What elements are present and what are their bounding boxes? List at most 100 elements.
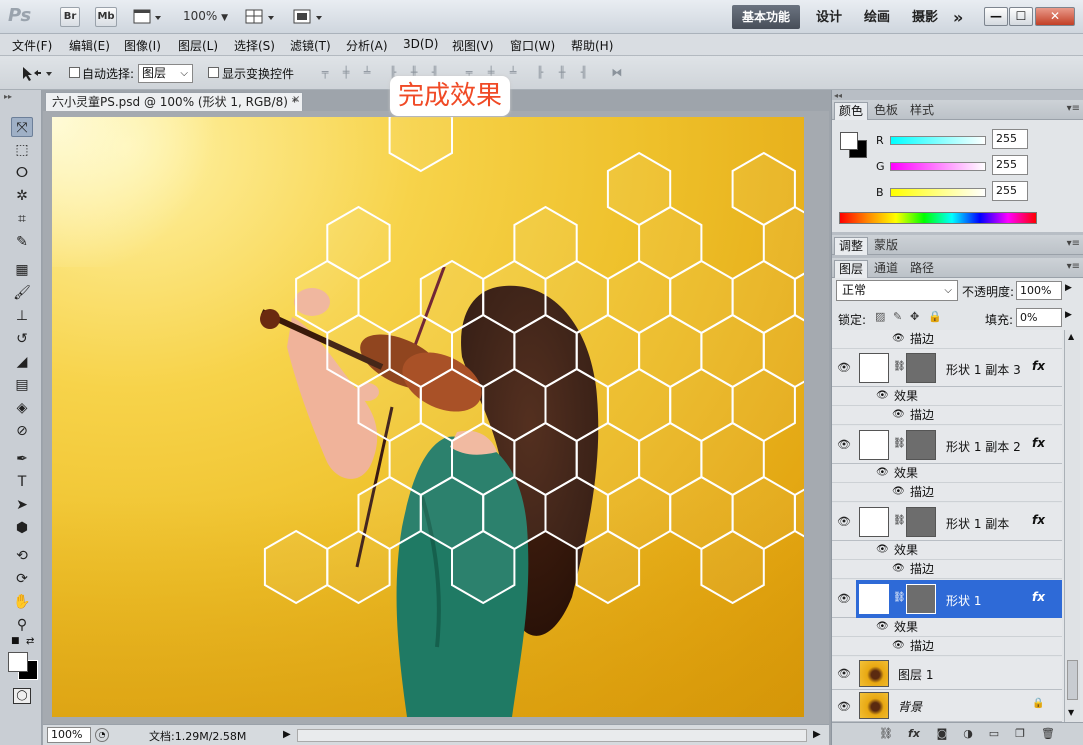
effects-row[interactable]: 👁 效果 [832, 387, 1062, 406]
foreground-color-swatch[interactable] [8, 652, 28, 672]
minimize-button[interactable]: — [984, 7, 1008, 26]
layer-row[interactable]: 👁 图层 1 [832, 657, 1062, 690]
hand-tool[interactable]: ✋ [11, 592, 33, 612]
eraser-tool[interactable]: ◢ [11, 352, 33, 372]
zoom-tool[interactable]: ⚲ [11, 615, 33, 635]
more-workspaces-button[interactable]: » [953, 8, 963, 27]
layer-row-background[interactable]: 👁 背景 🔒 [832, 690, 1062, 722]
layer-row[interactable]: 👁 ⛓ 形状 1 副本 2 fx [832, 426, 1062, 464]
eye-icon[interactable]: 👁 [876, 541, 889, 559]
link-layers-icon[interactable]: ⛓ [878, 726, 894, 742]
dodge-tool[interactable]: ⊘ [11, 421, 33, 441]
history-brush-tool[interactable]: ↺ [11, 329, 33, 349]
fx-icon[interactable]: fx [1032, 436, 1045, 450]
menu-layer[interactable]: 图层(L) [178, 37, 218, 54]
auto-select-target-dropdown[interactable]: 图层 ⌵ [138, 64, 193, 83]
close-button[interactable]: ✕ [1035, 7, 1075, 26]
scroll-up-icon[interactable]: ▲ [1068, 332, 1074, 341]
menu-filter[interactable]: 滤镜(T) [290, 37, 331, 54]
lock-all-icon[interactable]: 🔒 [928, 310, 942, 323]
eye-icon[interactable]: 👁 [837, 361, 851, 374]
layer-row[interactable]: 👁 ⛓ 形状 1 副本 fx [832, 503, 1062, 541]
fill-field[interactable]: 0% [1016, 308, 1062, 327]
blue-slider[interactable] [890, 188, 986, 197]
collapse-arrows-icon[interactable]: ◂◂ [834, 91, 842, 100]
distribute-hcenter-icon[interactable]: ╫ [555, 66, 569, 80]
eyedropper-tool[interactable]: ✎ [11, 232, 33, 252]
horizontal-scrollbar[interactable] [297, 729, 807, 742]
menu-select[interactable]: 选择(S) [234, 37, 275, 54]
eye-icon[interactable]: 👁 [892, 560, 905, 578]
tab-masks[interactable]: 蒙版 [870, 237, 902, 255]
new-layer-icon[interactable]: ❐ [1012, 726, 1028, 742]
blend-mode-dropdown[interactable]: 正常 ⌵ [836, 280, 958, 301]
new-group-icon[interactable]: ▭ [986, 726, 1002, 742]
panel-menu-icon[interactable]: ▾≡ [1067, 238, 1080, 249]
add-mask-icon[interactable]: ◙ [934, 726, 950, 742]
zoom-level-dropdown[interactable]: 100% ▼ [183, 9, 228, 23]
fx-icon[interactable]: fx [1032, 513, 1045, 527]
swap-colors-icon[interactable]: ⇄ [26, 636, 34, 647]
tab-adjustments[interactable]: 调整 [834, 237, 869, 255]
workspace-design[interactable]: 设计 [816, 8, 842, 27]
pen-tool[interactable]: ✒ [11, 449, 33, 469]
eye-icon[interactable]: 👁 [837, 667, 851, 680]
shape-tool[interactable]: ⬢ [11, 518, 33, 538]
3d-rotate-tool[interactable]: ⟲ [11, 546, 33, 566]
tab-paths[interactable]: 路径 [906, 260, 938, 278]
distribute-right-icon[interactable]: ╢ [577, 66, 591, 80]
layers-scrollbar[interactable]: ▲ ▼ [1064, 330, 1080, 722]
scroll-down-icon[interactable]: ▼ [1068, 708, 1074, 717]
close-icon[interactable]: × [292, 95, 303, 106]
eye-icon[interactable]: 👁 [837, 438, 851, 451]
adjustment-layer-icon[interactable]: ◑ [960, 726, 976, 742]
effect-stroke-row[interactable]: 👁 描边 [832, 406, 1062, 425]
eye-icon[interactable]: 👁 [876, 618, 889, 636]
3d-orbit-tool[interactable]: ⟳ [11, 569, 33, 589]
quick-select-tool[interactable]: ✲ [11, 186, 33, 206]
tab-color[interactable]: 颜色 [834, 102, 869, 120]
collapse-arrows-icon[interactable]: ▸▸ [4, 92, 12, 101]
align-vcenter-icon[interactable]: ╪ [339, 66, 353, 80]
maximize-button[interactable]: ☐ [1009, 7, 1033, 26]
green-slider[interactable] [890, 162, 986, 171]
blur-tool[interactable]: ◈ [11, 398, 33, 418]
effects-row[interactable]: 👁 效果 [832, 541, 1062, 560]
menu-3d[interactable]: 3D(D) [403, 37, 438, 51]
mini-bridge-button[interactable]: Mb [95, 7, 117, 27]
lock-pixels-icon[interactable]: ✎ [893, 310, 902, 323]
menu-window[interactable]: 窗口(W) [510, 37, 555, 54]
eye-icon[interactable]: 👁 [892, 330, 905, 348]
auto-align-icon[interactable]: ⧓ [610, 66, 624, 80]
panel-menu-icon[interactable]: ▾≡ [1067, 261, 1080, 272]
lasso-tool[interactable]: ⵔ [11, 163, 33, 183]
workspace-photography[interactable]: 摄影 [912, 8, 938, 27]
brush-tool[interactable]: 🖌 [11, 283, 33, 303]
zoom-field[interactable]: 100% [47, 727, 91, 743]
tool-preset-picker[interactable] [20, 65, 54, 83]
effect-stroke-row[interactable]: 👁 描边 [832, 330, 1062, 349]
menu-view[interactable]: 视图(V) [452, 37, 494, 54]
panel-menu-icon[interactable]: ▾≡ [1067, 103, 1080, 114]
align-top-icon[interactable]: ╤ [318, 66, 332, 80]
green-value-field[interactable]: 255 [992, 155, 1028, 175]
show-transform-checkbox[interactable] [208, 67, 219, 78]
red-slider[interactable] [890, 136, 986, 145]
menu-image[interactable]: 图像(I) [124, 37, 161, 54]
document-tab[interactable]: 六小灵童PS.psd @ 100% (形状 1, RGB/8) * [45, 92, 303, 111]
lock-position-icon[interactable]: ✥ [910, 310, 919, 323]
eye-icon[interactable]: 👁 [876, 464, 889, 482]
eye-icon[interactable]: 👁 [837, 515, 851, 528]
effect-stroke-row[interactable]: 👁 描边 [832, 560, 1062, 579]
fill-arrow-icon[interactable]: ▶ [1065, 310, 1072, 320]
menu-file[interactable]: 文件(F) [12, 37, 52, 54]
scroll-right-icon[interactable]: ▶ [813, 729, 821, 740]
scrollbar-thumb[interactable] [1067, 660, 1078, 700]
fx-icon[interactable]: fx [1032, 359, 1045, 373]
eye-icon[interactable]: 👁 [837, 592, 851, 605]
path-select-tool[interactable]: ➤ [11, 495, 33, 515]
eye-icon[interactable]: 👁 [892, 637, 905, 655]
eye-icon[interactable]: 👁 [892, 483, 905, 501]
foreground-color-swatch[interactable] [840, 132, 858, 150]
marquee-tool[interactable]: ⬚ [11, 140, 33, 160]
